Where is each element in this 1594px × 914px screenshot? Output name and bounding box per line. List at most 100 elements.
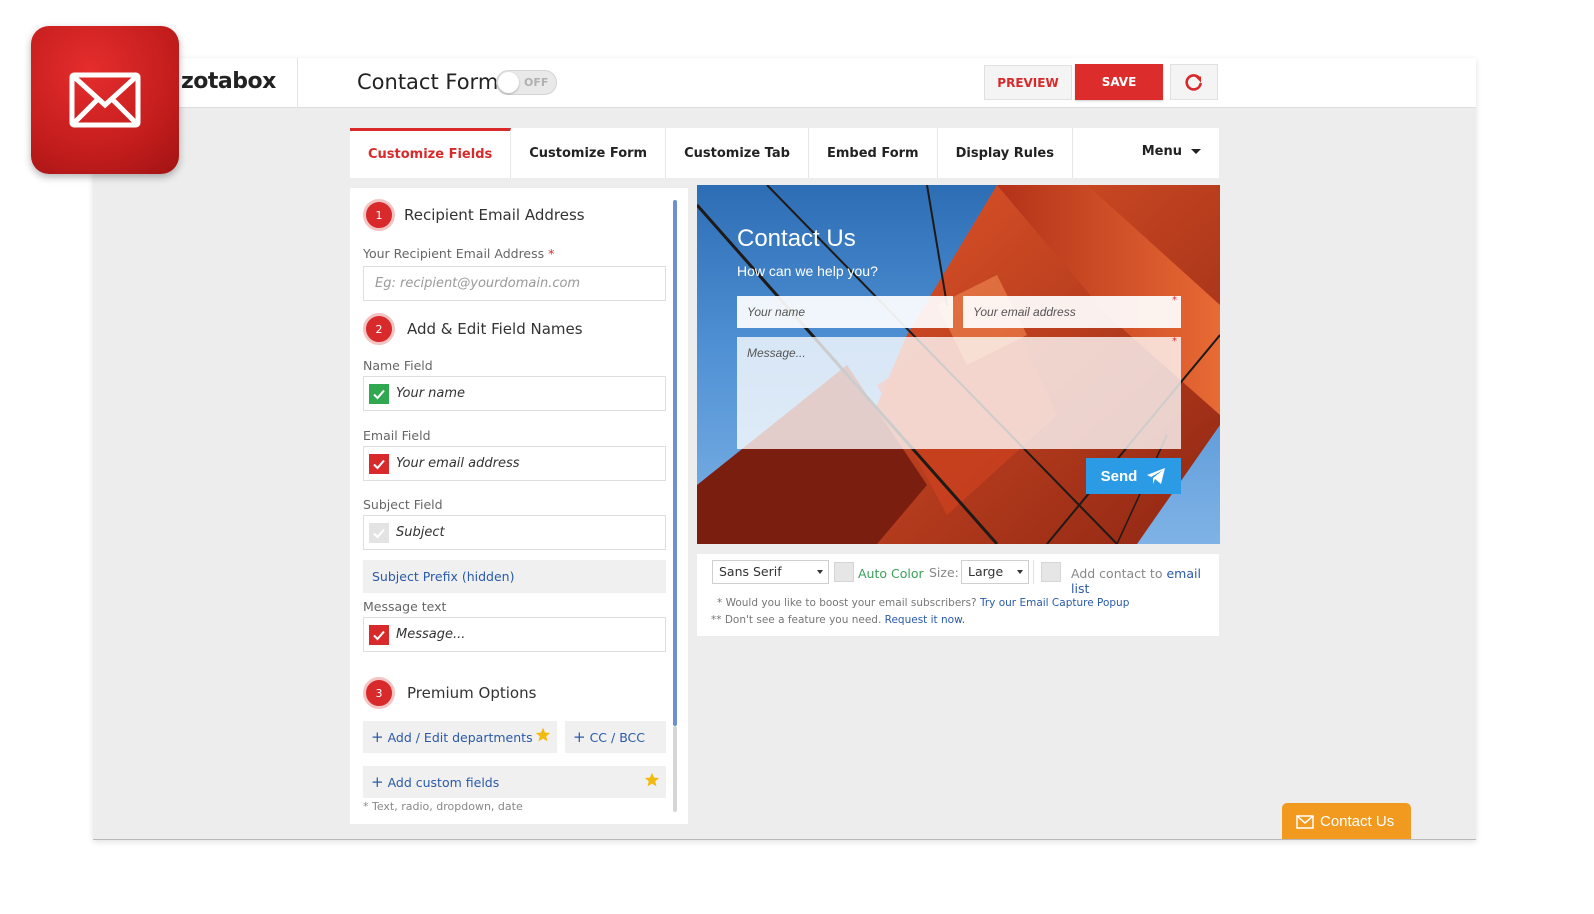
custom-fields-label: Add custom fields <box>387 774 500 790</box>
note2-text: ** Don't see a feature you need. <box>711 614 882 626</box>
add-custom-fields-button[interactable]: + Add custom fields <box>363 766 666 798</box>
toggle-label: OFF <box>524 76 549 89</box>
step-1-header: 1 Recipient Email Address <box>363 199 585 231</box>
boost-subscribers-note: * Would you like to boost your email sub… <box>717 597 1129 609</box>
envelope-icon <box>1296 814 1314 829</box>
preview-email-input[interactable]: Your email address <box>963 296 1181 328</box>
save-button[interactable]: SAVE <box>1075 64 1163 100</box>
required-marker: * <box>1172 336 1177 347</box>
page-title: Contact Form <box>357 70 499 94</box>
preview-message-input[interactable]: Message... <box>737 337 1181 449</box>
plus-icon: + <box>371 773 384 791</box>
auto-color-label: Auto Color <box>858 566 924 581</box>
contact-us-label: Contact Us <box>1320 813 1395 830</box>
step-title: Premium Options <box>407 684 537 702</box>
message-field-label: Message text <box>363 599 447 614</box>
toggle-knob <box>498 72 519 93</box>
refresh-button[interactable] <box>1170 64 1218 100</box>
email-capture-link[interactable]: Try our Email Capture Popup <box>980 597 1129 609</box>
contact-us-tab[interactable]: Contact Us <box>1282 803 1411 839</box>
font-select[interactable]: Sans Serif <box>712 560 829 584</box>
tab-customize-tab[interactable]: Customize Tab <box>666 128 809 178</box>
check-icon[interactable] <box>369 522 389 543</box>
request-feature-note: ** Don't see a feature you need. Request… <box>711 614 965 626</box>
check-icon[interactable] <box>369 383 389 404</box>
tab-bar: Customize Fields Customize Form Customiz… <box>350 128 1219 178</box>
size-select[interactable]: Large <box>961 560 1029 584</box>
recipient-label: Your Recipient Email Address * <box>363 246 554 261</box>
check-icon[interactable] <box>369 624 389 645</box>
request-feature-link[interactable]: Request it now. <box>885 614 965 626</box>
tab-embed-form[interactable]: Embed Form <box>809 128 938 178</box>
check-icon[interactable] <box>369 453 389 474</box>
note1-text: * Would you like to boost your email sub… <box>717 597 977 609</box>
size-label: Size: <box>929 565 959 580</box>
departments-label: Add / Edit departments <box>387 729 533 745</box>
star-icon <box>535 727 551 742</box>
required-marker: * <box>1172 295 1177 306</box>
menu-label: Menu <box>1141 144 1182 159</box>
step-3-header: 3 Premium Options <box>363 677 536 709</box>
subject-field-value: Subject <box>396 525 445 540</box>
required-marker: * <box>548 246 555 261</box>
email-field-value: Your email address <box>396 456 520 471</box>
size-select-value: Large <box>968 564 1004 579</box>
scrollbar-track[interactable] <box>673 726 677 812</box>
star-icon <box>644 772 660 787</box>
step-title: Add & Edit Field Names <box>407 320 583 338</box>
preview-title: Contact Us <box>737 225 856 252</box>
cc-bcc-button[interactable]: + CC / BCC <box>565 721 666 753</box>
font-select-value: Sans Serif <box>719 564 782 579</box>
divider <box>297 58 298 108</box>
brand-name: zotabox <box>181 69 276 94</box>
step-2-header: 2 Add & Edit Field Names <box>363 313 583 345</box>
subject-prefix-link[interactable]: Subject Prefix (hidden) <box>363 560 666 593</box>
add-contact-checkbox[interactable] <box>1041 562 1061 582</box>
plus-icon: + <box>371 728 384 746</box>
envelope-icon <box>69 72 141 128</box>
name-field-input[interactable]: Your name <box>363 376 666 411</box>
add-contact-label: Add contact to email list <box>1071 566 1219 596</box>
paper-plane-icon <box>1147 468 1166 484</box>
enable-toggle[interactable]: OFF <box>496 70 557 95</box>
send-label: Send <box>1100 467 1138 485</box>
tab-display-rules[interactable]: Display Rules <box>938 128 1073 178</box>
fields-panel: 1 Recipient Email Address Your Recipient… <box>350 188 688 824</box>
message-field-value: Message... <box>396 627 466 642</box>
plus-icon: + <box>573 728 586 746</box>
mail-logo <box>31 26 179 174</box>
recipient-email-input[interactable]: Eg: recipient@yourdomain.com <box>363 266 666 301</box>
app-window: zotabox Contact Form OFF PREVIEW SAVE Cu… <box>93 58 1476 840</box>
custom-fields-note: * Text, radio, dropdown, date <box>363 800 523 813</box>
top-bar: zotabox Contact Form OFF PREVIEW SAVE <box>93 58 1476 108</box>
send-button[interactable]: Send <box>1086 458 1181 494</box>
add-contact-text: Add contact to <box>1071 566 1163 581</box>
subject-field-label: Subject Field <box>363 497 443 512</box>
step-number: 2 <box>363 313 395 345</box>
divider <box>1033 560 1034 584</box>
preview-button[interactable]: PREVIEW <box>984 65 1072 100</box>
scrollbar-thumb[interactable] <box>673 200 677 726</box>
step-number: 3 <box>363 677 395 709</box>
auto-color-checkbox[interactable] <box>834 562 854 582</box>
recipient-label-text: Your Recipient Email Address <box>363 246 545 261</box>
refresh-icon <box>1185 74 1202 91</box>
tab-customize-form[interactable]: Customize Form <box>511 128 667 178</box>
message-field-input[interactable]: Message... <box>363 617 666 652</box>
form-preview: Contact Us How can we help you? Your nam… <box>697 185 1220 544</box>
caret-down-icon <box>1017 570 1023 574</box>
subject-field-input[interactable]: Subject <box>363 515 666 550</box>
ccbcc-label: CC / BCC <box>589 729 646 745</box>
caret-down-icon <box>817 570 823 574</box>
style-options-bar: Sans Serif Auto Color Size: Large Add co… <box>697 554 1219 636</box>
preview-subtitle: How can we help you? <box>737 263 878 279</box>
tab-customize-fields[interactable]: Customize Fields <box>350 128 512 178</box>
preview-name-input[interactable]: Your name <box>737 296 953 328</box>
email-field-input[interactable]: Your email address <box>363 446 666 481</box>
menu-dropdown[interactable]: Menu <box>1142 144 1201 159</box>
name-field-label: Name Field <box>363 358 433 373</box>
add-departments-button[interactable]: + Add / Edit departments <box>363 721 557 753</box>
name-field-value: Your name <box>396 386 466 401</box>
email-field-label: Email Field <box>363 428 431 443</box>
screen: zotabox Contact Form OFF PREVIEW SAVE Cu… <box>0 0 1594 914</box>
